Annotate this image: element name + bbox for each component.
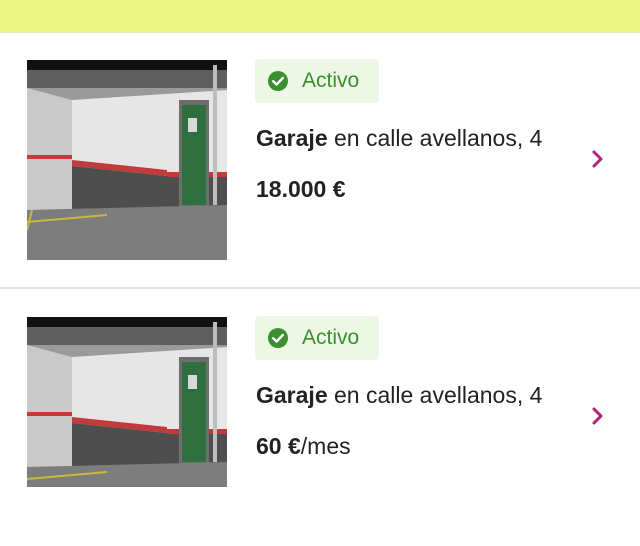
chevron-right-icon[interactable] (588, 149, 608, 169)
listing-card[interactable]: Activo Garaje en calle avellanos, 4 60 €… (0, 290, 640, 546)
chevron-right-icon[interactable] (588, 406, 608, 426)
check-circle-icon (268, 71, 288, 91)
listing-price: 18.000 € (256, 176, 346, 202)
status-label: Activo (302, 69, 360, 92)
price-suffix: /mes (300, 433, 351, 459)
listing-address: en calle avellanos, 4 (327, 125, 543, 151)
property-type: Garaje (256, 382, 328, 408)
listing-photo (27, 60, 227, 260)
listing-title: Garaje en calle avellanos, 4 (256, 125, 542, 151)
listing-price: 60 €/mes (256, 433, 351, 459)
property-type: Garaje (256, 125, 328, 151)
price-amount: 60 € (256, 433, 301, 459)
listing-title: Garaje en calle avellanos, 4 (256, 382, 542, 408)
price-amount: 18.000 € (256, 176, 346, 202)
top-bar (0, 0, 640, 33)
listing-address: en calle avellanos, 4 (327, 382, 543, 408)
status-badge: Activo (255, 59, 379, 103)
check-circle-icon (268, 328, 288, 348)
divider (0, 287, 640, 289)
listing-photo (27, 317, 227, 487)
status-label: Activo (302, 326, 360, 349)
listing-card[interactable]: Activo Garaje en calle avellanos, 4 18.0… (0, 33, 640, 289)
status-badge: Activo (255, 316, 379, 360)
